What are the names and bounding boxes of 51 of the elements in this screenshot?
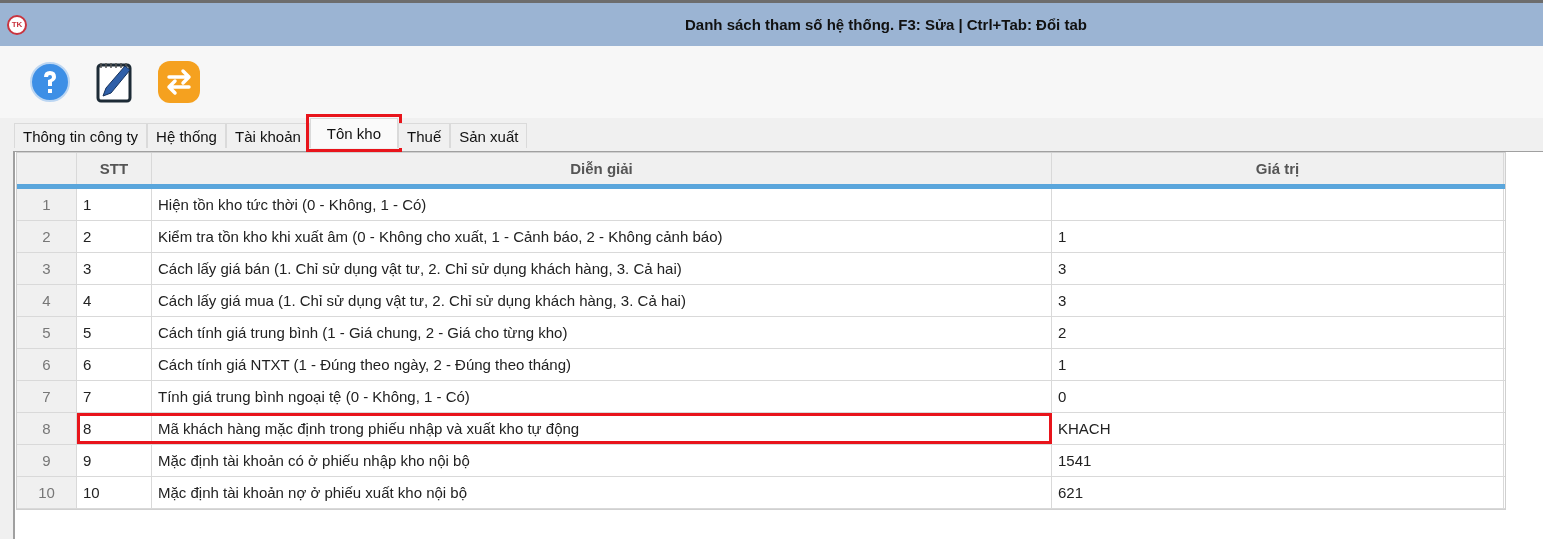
column-header: Diễn giải xyxy=(152,153,1052,184)
row-number: 1 xyxy=(17,189,77,220)
row-number: 2 xyxy=(17,221,77,252)
table-cell: 0 xyxy=(1052,381,1504,412)
table-cell: Cách tính giá trung bình (1 - Giá chung, 2 - Giá cho từng kho) xyxy=(152,317,1052,348)
row-number: 10 xyxy=(17,477,77,508)
table-cell: Cách tính giá NTXT (1 - Đúng theo ngày, 2 - Đúng theo tháng) xyxy=(152,349,1052,380)
table-cell: 9 xyxy=(77,445,152,476)
table-cell: 1541 xyxy=(1052,445,1504,476)
row-number: 6 xyxy=(17,349,77,380)
tab[interactable]: Tài khoản xyxy=(225,123,310,148)
row-number: 5 xyxy=(17,317,77,348)
table-cell: Kiểm tra tồn kho khi xuất âm (0 - Không cho xuất, 1 - Cảnh báo, 2 - Không cảnh báo) xyxy=(152,221,1052,252)
table-cell: 1 xyxy=(1052,221,1504,252)
row-number: 8 xyxy=(17,413,77,444)
window-title: Danh sách tham số hệ thống. F3: Sửa | Ctrl+Tab: Đổi tab xyxy=(685,16,1087,33)
column-header: STT xyxy=(77,153,152,184)
swap-arrows-icon[interactable] xyxy=(157,60,201,104)
table-cell: Cách lấy giá bán (1. Chỉ sử dụng vật tư, 2. Chỉ sử dụng khách hàng, 3. Cả hai) xyxy=(152,253,1052,284)
table-cell: Mặc định tài khoản nợ ở phiếu xuất kho nội bộ xyxy=(152,477,1052,508)
table-cell: 3 xyxy=(1052,285,1504,316)
table-cell: Cách lấy giá mua (1. Chỉ sử dụng vật tư, 2. Chỉ sử dụng khách hàng, 3. Cả hai) xyxy=(152,285,1052,316)
table-cell: Tính giá trung bình ngoại tệ (0 - Không, 1 - Có) xyxy=(152,381,1052,412)
tab[interactable]: Thuế xyxy=(398,123,451,148)
help-icon[interactable] xyxy=(29,61,71,103)
table-cell: 2 xyxy=(1052,317,1504,348)
app-logo: TK xyxy=(7,14,27,35)
table-cell: KHACH xyxy=(1052,413,1504,444)
row-number: 3 xyxy=(17,253,77,284)
table-cell: 621 xyxy=(1052,477,1504,508)
table-cell: 2 xyxy=(77,221,152,252)
table-cell: Mặc định tài khoản có ở phiếu nhập kho nội bộ xyxy=(152,445,1052,476)
table-cell: 6 xyxy=(77,349,152,380)
table-cell: 1 xyxy=(77,189,152,220)
table-cell: 10 xyxy=(77,477,152,508)
row-number: 9 xyxy=(17,445,77,476)
row-number: 4 xyxy=(17,285,77,316)
table-cell: 4 xyxy=(77,285,152,316)
tab[interactable]: Sản xuất xyxy=(450,123,528,148)
table-cell: 7 xyxy=(77,381,152,412)
tab[interactable]: Thông tin công ty xyxy=(14,123,148,148)
table-cell: 3 xyxy=(1052,253,1504,284)
table-cell: 8 xyxy=(77,413,152,444)
table-cell: Hiện tồn kho tức thời (0 - Không, 1 - Có) xyxy=(152,189,1052,220)
table-cell: 1 xyxy=(1052,349,1504,380)
table-cell: 3 xyxy=(77,253,152,284)
row-number: 7 xyxy=(17,381,77,412)
tab[interactable]: Hệ thống xyxy=(147,123,226,148)
table-cell: 5 xyxy=(77,317,152,348)
table-cell: Mã khách hàng mặc định trong phiếu nhập và xuất kho tự động xyxy=(152,413,1052,444)
column-header: Giá trị xyxy=(1052,153,1504,184)
